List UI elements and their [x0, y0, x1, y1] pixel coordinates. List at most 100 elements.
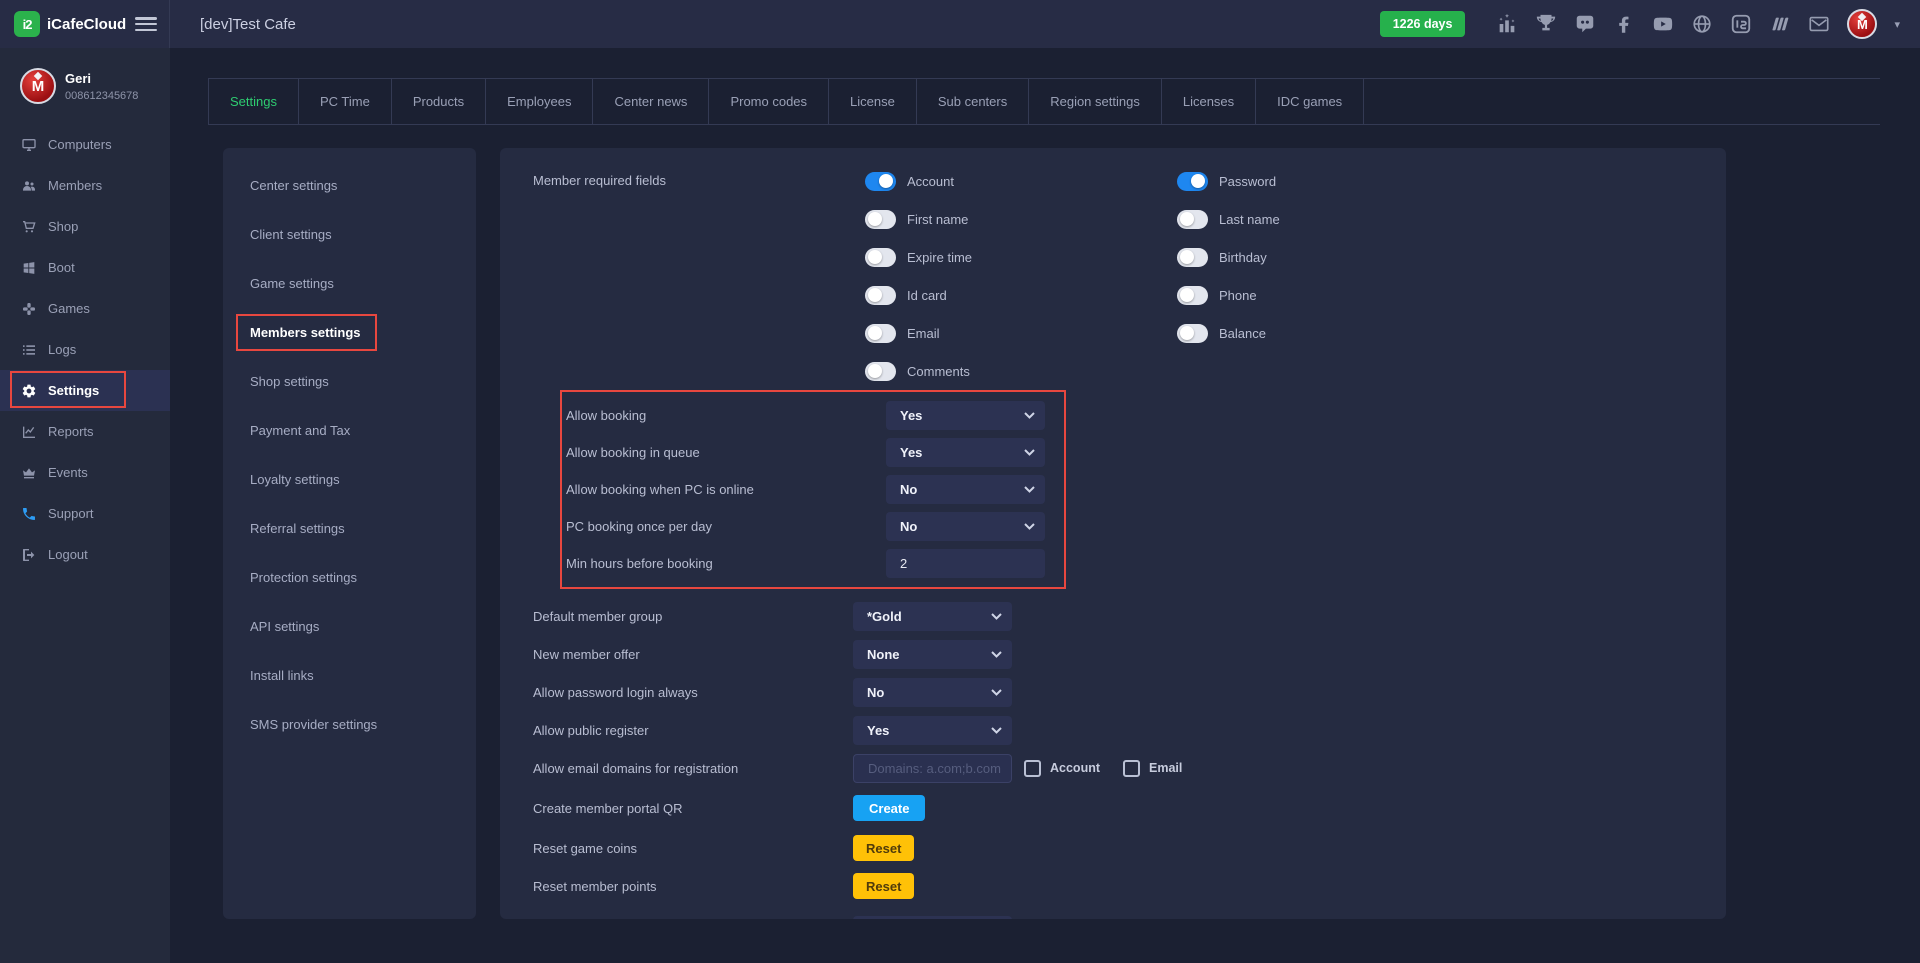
sidebar-item-support[interactable]: Support	[0, 493, 170, 534]
toggle-email: Email	[865, 314, 1165, 352]
chevron-down-icon	[1024, 486, 1035, 493]
tab-center-news[interactable]: Center news	[593, 79, 709, 124]
tab-region-settings[interactable]: Region settings	[1029, 79, 1162, 124]
layers-icon[interactable]	[1769, 13, 1791, 35]
sidebar: M Geri 008612345678 Computers Members Sh…	[0, 48, 170, 963]
tab-promo-codes[interactable]: Promo codes	[709, 79, 829, 124]
submenu-referral-settings[interactable]: Referral settings	[223, 504, 476, 553]
toggle-account: Account	[865, 162, 1165, 200]
submenu-payment-and-tax[interactable]: Payment and Tax	[223, 406, 476, 455]
tab-licenses[interactable]: Licenses	[1162, 79, 1256, 124]
pc-booking-once-per-day-select[interactable]: No	[886, 512, 1045, 541]
license-days-badge[interactable]: 1226 days	[1380, 11, 1466, 37]
users-icon	[21, 178, 37, 194]
mail-icon[interactable]	[1808, 13, 1830, 35]
allow-booking-pc-online-select[interactable]: No	[886, 475, 1045, 504]
chevron-down-icon	[991, 727, 1002, 734]
sidebar-item-settings[interactable]: Settings	[0, 370, 170, 411]
default-member-group-select[interactable]: *Gold	[853, 602, 1012, 631]
tab-idc-games[interactable]: IDC games	[1256, 79, 1364, 124]
submenu-loyalty-settings[interactable]: Loyalty settings	[223, 455, 476, 504]
create-member-portal-qr-row: Create member portal QR Create	[533, 787, 1726, 829]
submenu-api-settings[interactable]: API settings	[223, 602, 476, 651]
tab-license[interactable]: License	[829, 79, 917, 124]
account-checkbox[interactable]	[1024, 760, 1041, 777]
toggle-switch[interactable]	[1177, 248, 1208, 267]
toggle-last-name: Last name	[1177, 200, 1477, 238]
sidebar-item-logout[interactable]: Logout	[0, 534, 170, 575]
reset-member-points-button[interactable]: Reset	[853, 873, 914, 899]
toggle-switch[interactable]	[865, 210, 896, 229]
submenu-center-settings[interactable]: Center settings	[223, 161, 476, 210]
allow-booking-select[interactable]: Yes	[886, 401, 1045, 430]
submenu-install-links[interactable]: Install links	[223, 651, 476, 700]
submenu-game-settings[interactable]: Game settings	[223, 259, 476, 308]
toggle-switch[interactable]	[1177, 210, 1208, 229]
toggle-birthday: Birthday	[1177, 238, 1477, 276]
icafecloud-portal-icon[interactable]	[1730, 13, 1752, 35]
tab-products[interactable]: Products	[392, 79, 486, 124]
submenu-protection-settings[interactable]: Protection settings	[223, 553, 476, 602]
submenu-members-settings[interactable]: Members settings	[223, 308, 476, 357]
globe-icon[interactable]	[1691, 13, 1713, 35]
sidebar-user-block[interactable]: M Geri 008612345678	[0, 48, 170, 124]
min-hours-before-booking-row: Min hours before booking	[566, 545, 1064, 582]
youtube-icon[interactable]	[1652, 13, 1674, 35]
sidebar-nav: Computers Members Shop Boot Games Logs S…	[0, 124, 170, 575]
toggle-first-name: First name	[865, 200, 1165, 238]
field-label: Member required fields	[533, 162, 853, 200]
submenu-shop-settings[interactable]: Shop settings	[223, 357, 476, 406]
toggle-switch[interactable]	[865, 324, 896, 343]
truncated-select[interactable]	[853, 916, 1012, 920]
toggle-switch[interactable]	[865, 248, 896, 267]
allow-public-register-select[interactable]: Yes	[853, 716, 1012, 745]
toggle-switch[interactable]	[1177, 324, 1208, 343]
chart-line-icon	[21, 424, 37, 440]
submenu-client-settings[interactable]: Client settings	[223, 210, 476, 259]
top-bar: i2 iCafeCloud [dev]Test Cafe 1226 days	[0, 0, 1920, 48]
allow-password-login-always-row: Allow password login always No	[533, 673, 1726, 711]
toggle-switch[interactable]	[865, 362, 896, 381]
facebook-icon[interactable]	[1613, 13, 1635, 35]
annotation-box-booking: Allow booking Yes Allow booking in queue…	[560, 390, 1066, 589]
toggle-phone: Phone	[1177, 276, 1477, 314]
toggle-balance: Balance	[1177, 314, 1477, 352]
reset-game-coins-button[interactable]: Reset	[853, 835, 914, 861]
discord-icon[interactable]	[1574, 13, 1596, 35]
allow-booking-in-queue-select[interactable]: Yes	[886, 438, 1045, 467]
toggle-comments: Comments	[865, 352, 1165, 390]
sidebar-item-computers[interactable]: Computers	[0, 124, 170, 165]
sidebar-item-events[interactable]: Events	[0, 452, 170, 493]
sidebar-item-members[interactable]: Members	[0, 165, 170, 206]
sidebar-item-games[interactable]: Games	[0, 288, 170, 329]
chevron-down-icon[interactable]: ▾	[1894, 18, 1900, 31]
sidebar-item-shop[interactable]: Shop	[0, 206, 170, 247]
toggle-switch[interactable]	[865, 286, 896, 305]
email-domains-input[interactable]	[853, 754, 1012, 783]
pc-booking-once-per-day-row: PC booking once per day No	[566, 508, 1064, 545]
submenu-sms-provider-settings[interactable]: SMS provider settings	[223, 700, 476, 749]
annotation-box-members-settings	[236, 314, 377, 351]
user-avatar[interactable]: M	[1847, 9, 1877, 39]
email-checkbox[interactable]	[1123, 760, 1140, 777]
new-member-offer-select[interactable]: None	[853, 640, 1012, 669]
toggle-switch[interactable]	[1177, 172, 1208, 191]
trophy-icon[interactable]	[1535, 13, 1557, 35]
sidebar-item-logs[interactable]: Logs	[0, 329, 170, 370]
sidebar-item-reports[interactable]: Reports	[0, 411, 170, 452]
tab-settings[interactable]: Settings	[208, 79, 299, 124]
ranking-icon[interactable]	[1496, 13, 1518, 35]
tab-sub-centers[interactable]: Sub centers	[917, 79, 1029, 124]
toggle-switch[interactable]	[1177, 286, 1208, 305]
chevron-down-icon	[1024, 449, 1035, 456]
toggle-switch[interactable]	[865, 172, 896, 191]
annotation-box-settings	[10, 371, 126, 408]
chevron-down-icon	[1024, 523, 1035, 530]
tab-employees[interactable]: Employees	[486, 79, 593, 124]
hamburger-menu-icon[interactable]	[135, 17, 157, 31]
create-button[interactable]: Create	[853, 795, 925, 821]
tab-pc-time[interactable]: PC Time	[299, 79, 392, 124]
allow-password-login-always-select[interactable]: No	[853, 678, 1012, 707]
sidebar-item-boot[interactable]: Boot	[0, 247, 170, 288]
min-hours-before-booking-input[interactable]	[886, 549, 1045, 578]
